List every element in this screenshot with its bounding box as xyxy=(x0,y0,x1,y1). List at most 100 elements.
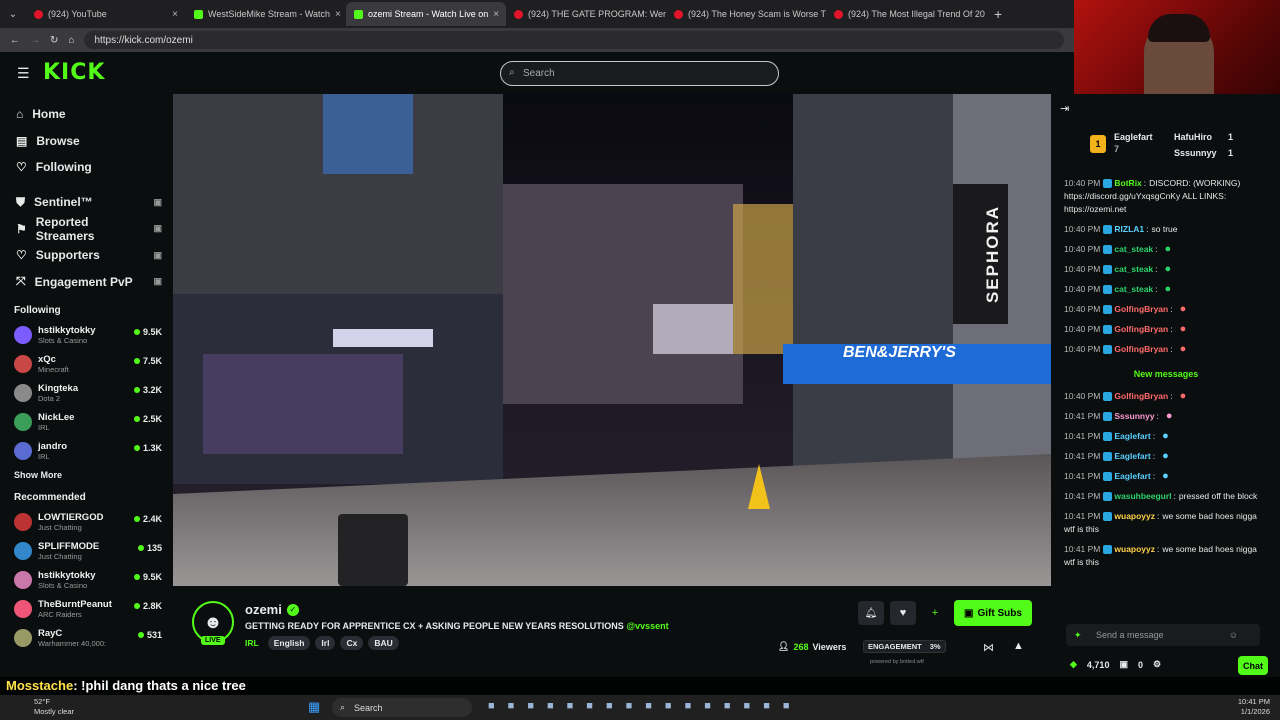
clip-button[interactable]: + xyxy=(923,601,947,625)
sidebar-channel[interactable]: TheBurntPeanut ARC Raiders 2.8K xyxy=(0,594,172,623)
sidebar-nav-engagement-pvp[interactable]: ⤧ Engagement PvP ▣ xyxy=(0,269,172,296)
sidebar-channel[interactable]: Kingteka Dota 2 3.2K xyxy=(0,378,172,407)
sidebar-channel[interactable]: NickLee IRL 2.5K xyxy=(0,407,172,436)
engagement-badge: ENGAGEMENT 3% xyxy=(863,640,946,653)
gift-subs-button[interactable]: ▣ Gift Subs xyxy=(954,600,1032,626)
message-username[interactable]: wasuhbeegurl xyxy=(1114,491,1171,501)
sidebar-nav-reported-streamers[interactable]: ⚑ Reported Streamers ▣ xyxy=(0,215,172,243)
notification-button[interactable]: 🔔︎ xyxy=(858,601,884,625)
sidebar-nav-sentinel-[interactable]: ⛊ Sentinel™ ▣ xyxy=(0,189,172,216)
stream-tag[interactable]: Cx xyxy=(340,636,364,650)
amazon-icon[interactable]: ■ xyxy=(567,700,574,712)
sidebar-nav-browse[interactable]: ▤ Browse xyxy=(0,128,172,155)
browser-tab[interactable]: (924) THE GATE PROGRAM: Were× xyxy=(506,2,666,26)
new-tab-button[interactable]: + xyxy=(994,6,1002,22)
sidebar-channel[interactable]: jandro IRL 1.3K xyxy=(0,436,172,465)
message-username[interactable]: wuapoyyz xyxy=(1114,544,1155,554)
stream-mention[interactable]: @vvssent xyxy=(626,621,668,631)
category-link[interactable]: IRL xyxy=(245,638,259,648)
message-username[interactable]: Eaglefart xyxy=(1114,431,1150,441)
sidebar-nav-following[interactable]: ♡ Following xyxy=(0,154,172,181)
sidebar-channel[interactable]: hstikkytokky Slots & Casino 9.5K xyxy=(0,565,172,594)
steam-icon[interactable]: ■ xyxy=(685,700,692,712)
sidebar-channel[interactable]: hstikkytokky Slots & Casino 9.5K xyxy=(0,320,172,349)
message-username[interactable]: Eaglefart xyxy=(1114,471,1150,481)
show-more-button[interactable]: Show More xyxy=(0,465,172,486)
message-username[interactable]: GolfingBryan xyxy=(1114,344,1168,354)
message-username[interactable]: RIZLA1 xyxy=(1114,224,1144,234)
message-username[interactable]: GolfingBryan xyxy=(1114,324,1168,334)
sidebar-channel[interactable]: RayC Warhammer 40,000: 531 xyxy=(0,623,172,652)
browser-tab[interactable]: (924) The Most Illegal Trend Of 20× xyxy=(826,2,986,26)
channel-category: Dota 2 xyxy=(38,393,61,403)
youtube-icon[interactable]: ■ xyxy=(665,700,672,712)
vlc-icon[interactable]: ■ xyxy=(645,700,652,712)
start-icon[interactable]: ▦ xyxy=(308,699,320,715)
menu-icon[interactable]: ☰ xyxy=(17,65,30,82)
message-username[interactable]: BotRix xyxy=(1114,178,1141,188)
chat-settings-icon[interactable]: ⚙ xyxy=(1153,659,1161,670)
forward-icon[interactable]: → xyxy=(30,35,40,46)
gift-count-icon: ▣ xyxy=(1119,659,1128,669)
message-username[interactable]: wuapoyyz xyxy=(1114,511,1155,521)
message-username[interactable]: cat_steak xyxy=(1114,284,1153,294)
emote-icon: ● xyxy=(1162,450,1169,462)
browser-tab[interactable]: (924) The Honey Scam is Worse Th× xyxy=(666,2,826,26)
tab-list-icon[interactable]: ⌄ xyxy=(0,9,26,20)
message-username[interactable]: GolfingBryan xyxy=(1114,391,1168,401)
stream-tag[interactable]: Irl xyxy=(315,636,336,650)
collapse-chat-icon[interactable]: ⇥ xyxy=(1060,102,1069,115)
badge-icon xyxy=(1103,432,1113,442)
taskbar-search[interactable]: ⌕ Search xyxy=(332,698,472,717)
reload-icon[interactable]: ↻ xyxy=(50,35,58,46)
notes-icon[interactable]: ■ xyxy=(744,700,751,712)
app-icon[interactable]: ■ xyxy=(783,700,790,712)
sidebar-channel[interactable]: LOWTIERGOD Just Chatting 2.4K xyxy=(0,507,172,536)
obs-icon[interactable]: ■ xyxy=(704,700,711,712)
back-icon[interactable]: ← xyxy=(10,35,20,46)
chat-input[interactable]: ✦ Send a message ☺ xyxy=(1066,624,1260,646)
calculator-icon[interactable]: ■ xyxy=(606,700,613,712)
message-username[interactable]: GolfingBryan xyxy=(1114,304,1168,314)
message-username[interactable]: Eaglefart xyxy=(1114,451,1150,461)
stream-tag[interactable]: BAU xyxy=(368,636,399,650)
folder-icon[interactable]: ■ xyxy=(527,700,534,712)
video-player[interactable]: SEPHORA BEN&JERRY'S xyxy=(173,94,1051,586)
message-username[interactable]: cat_steak xyxy=(1114,264,1153,274)
browser-tab[interactable]: ozemi Stream - Watch Live on × xyxy=(346,2,506,26)
stream-tag[interactable]: English xyxy=(267,636,311,650)
sidebar-nav-supporters[interactable]: ♡ Supporters ▣ xyxy=(0,242,172,269)
browser-tab[interactable]: WestSideMike Stream - Watch × xyxy=(186,2,346,26)
browser-tab[interactable]: (924) YouTube × xyxy=(26,2,186,26)
settings-icon[interactable]: ■ xyxy=(763,700,770,712)
sidebar-nav-home[interactable]: ⌂ Home xyxy=(0,101,172,128)
channel-name[interactable]: ozemi xyxy=(245,602,282,617)
home-page-icon[interactable]: ⌂ xyxy=(68,35,74,46)
sidebar-channel[interactable]: SPLIFFMODE Just Chatting 135 xyxy=(0,536,172,565)
close-tab-icon[interactable]: × xyxy=(335,9,341,20)
copilot-icon[interactable]: ■ xyxy=(508,700,515,712)
emote-sparkle-icon[interactable]: ✦ xyxy=(1074,630,1082,641)
url-field[interactable]: https://kick.com/ozemi xyxy=(84,31,1064,49)
file-explorer-icon[interactable]: ■ xyxy=(488,700,495,712)
report-icon[interactable]: ▲ xyxy=(1013,640,1024,652)
share-icon[interactable]: ⋈ xyxy=(983,641,994,654)
sidebar-channel[interactable]: xQc Minecraft 7.5K xyxy=(0,349,172,378)
chat-message: 10:41 PM Eaglefart: ● xyxy=(1052,450,1280,470)
facebook-icon[interactable]: ■ xyxy=(547,700,554,712)
follow-button[interactable]: ♥ xyxy=(890,601,916,625)
points-value[interactable]: 4,710 xyxy=(1087,660,1110,670)
message-username[interactable]: cat_steak xyxy=(1114,244,1153,254)
chrome-icon[interactable]: ■ xyxy=(626,700,633,712)
close-tab-icon[interactable]: × xyxy=(172,9,178,20)
chat-send-button[interactable]: Chat xyxy=(1238,656,1268,675)
search-input[interactable]: ⌕ Search xyxy=(500,61,779,86)
channel-name: NickLee xyxy=(38,411,75,423)
xbox-icon[interactable]: ■ xyxy=(724,700,731,712)
emoji-icon[interactable]: ☺ xyxy=(1229,630,1238,640)
edge-icon[interactable]: ■ xyxy=(586,700,593,712)
sidebar-nav-label: Following xyxy=(35,160,92,175)
close-tab-icon[interactable]: × xyxy=(493,9,499,20)
message-username[interactable]: Sssunnyy xyxy=(1114,411,1154,421)
kick-logo[interactable]: KICK xyxy=(43,60,105,85)
